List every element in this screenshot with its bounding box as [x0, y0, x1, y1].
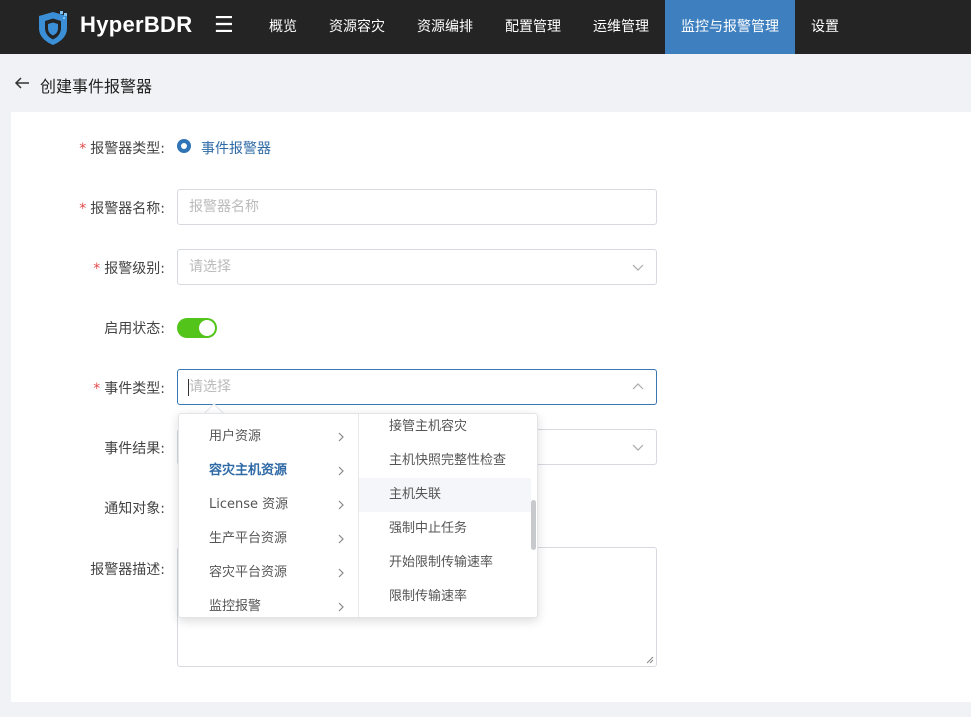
option-label: 用户资源 — [209, 429, 262, 444]
alarm-level-label: * 报警级别: — [93, 261, 165, 277]
cascader-option-takeover-host-dr[interactable]: 接管主机容灾 — [359, 414, 531, 444]
chevron-up-icon — [632, 383, 644, 390]
chevron-down-icon — [632, 264, 644, 271]
alarm-type-label: * 报警器类型: — [79, 141, 165, 157]
chevron-right-icon — [338, 432, 344, 442]
event-type-cascader: 用户资源 容灾主机资源 License 资源 生产平台资源 容灾平台资源 监控报… — [178, 413, 538, 618]
cascader-option-user-resources[interactable]: 用户资源 — [179, 420, 358, 454]
option-label: 监控报警 — [209, 599, 262, 614]
alarm-level-select[interactable]: 请选择 — [177, 249, 657, 285]
alarm-level-placeholder: 请选择 — [189, 259, 231, 275]
cascader-option-snapshot-integrity-check[interactable]: 主机快照完整性检查 — [359, 444, 531, 478]
nav-resource-dr[interactable]: 资源容灾 — [318, 0, 396, 54]
cascader-scrollbar[interactable] — [531, 500, 536, 550]
option-label: 容灾主机资源 — [209, 463, 288, 478]
enabled-toggle[interactable] — [177, 318, 217, 338]
chevron-right-icon — [338, 602, 344, 612]
alarm-name-placeholder: 报警器名称 — [189, 199, 259, 215]
hyperbdr-logo-icon — [39, 11, 67, 45]
cascader-option-dr-platform[interactable]: 容灾平台资源 — [179, 556, 358, 590]
notify-target-label: 通知对象: — [104, 501, 165, 517]
event-type-label: * 事件类型: — [93, 381, 165, 397]
event-type-placeholder: 请选择 — [189, 379, 231, 395]
chevron-right-icon — [338, 568, 344, 578]
alarm-name-input[interactable]: 报警器名称 — [177, 189, 657, 225]
event-result-label: 事件结果: — [104, 441, 165, 457]
page-header: 创建事件报警器 — [0, 54, 971, 112]
event-type-select[interactable]: 请选择 — [177, 369, 657, 405]
alarm-name-label: * 报警器名称: — [79, 201, 165, 217]
cascader-level2-menu: 接管主机容灾 主机快照完整性检查 主机失联 强制中止任务 开始限制传输速率 限制… — [359, 414, 537, 617]
alarm-type-radio[interactable] — [177, 139, 191, 153]
nav-overview[interactable]: 概览 — [258, 0, 308, 54]
cascader-option-dr-host-resources[interactable]: 容灾主机资源 — [179, 454, 358, 488]
cascader-option-monitoring-alarm[interactable]: 监控报警 — [179, 590, 358, 617]
cascader-option-license-resources[interactable]: License 资源 — [179, 488, 358, 522]
description-label: 报警器描述: — [90, 562, 165, 578]
page-title: 创建事件报警器 — [40, 77, 153, 96]
nav-monitoring-alarm[interactable]: 监控与报警管理 — [665, 0, 795, 54]
option-label: License 资源 — [209, 497, 289, 512]
enabled-label: 启用状态: — [104, 321, 165, 337]
cascader-option-start-rate-limit[interactable]: 开始限制传输速率 — [359, 546, 531, 580]
nav-config-management[interactable]: 配置管理 — [494, 0, 572, 54]
cascader-option-force-abort-task[interactable]: 强制中止任务 — [359, 512, 531, 546]
cascader-level1-menu: 用户资源 容灾主机资源 License 资源 生产平台资源 容灾平台资源 监控报… — [179, 414, 359, 617]
resize-handle-icon[interactable] — [646, 656, 654, 664]
back-arrow-icon[interactable] — [14, 76, 30, 90]
nav-settings[interactable]: 设置 — [800, 0, 850, 54]
cascader-option-host-disconnected[interactable]: 主机失联 — [359, 478, 531, 512]
nav-resource-orchestration[interactable]: 资源编排 — [406, 0, 484, 54]
chevron-right-icon — [338, 500, 344, 510]
brand-name: HyperBDR — [80, 12, 193, 37]
chevron-right-icon — [338, 466, 344, 476]
option-label: 容灾平台资源 — [209, 565, 288, 580]
option-label: 生产平台资源 — [209, 531, 288, 546]
chevron-down-icon — [632, 444, 644, 451]
nav-ops-management[interactable]: 运维管理 — [582, 0, 660, 54]
cascader-option-production-platform[interactable]: 生产平台资源 — [179, 522, 358, 556]
cascader-option-rate-limit[interactable]: 限制传输速率 — [359, 580, 531, 614]
top-navbar: HyperBDR ☰ 概览 资源容灾 资源编排 配置管理 运维管理 监控与报警管… — [0, 0, 971, 54]
chevron-right-icon — [338, 534, 344, 544]
alarm-type-option-label[interactable]: 事件报警器 — [201, 138, 271, 158]
menu-toggle-icon[interactable]: ☰ — [214, 14, 234, 38]
text-caret — [188, 379, 189, 396]
